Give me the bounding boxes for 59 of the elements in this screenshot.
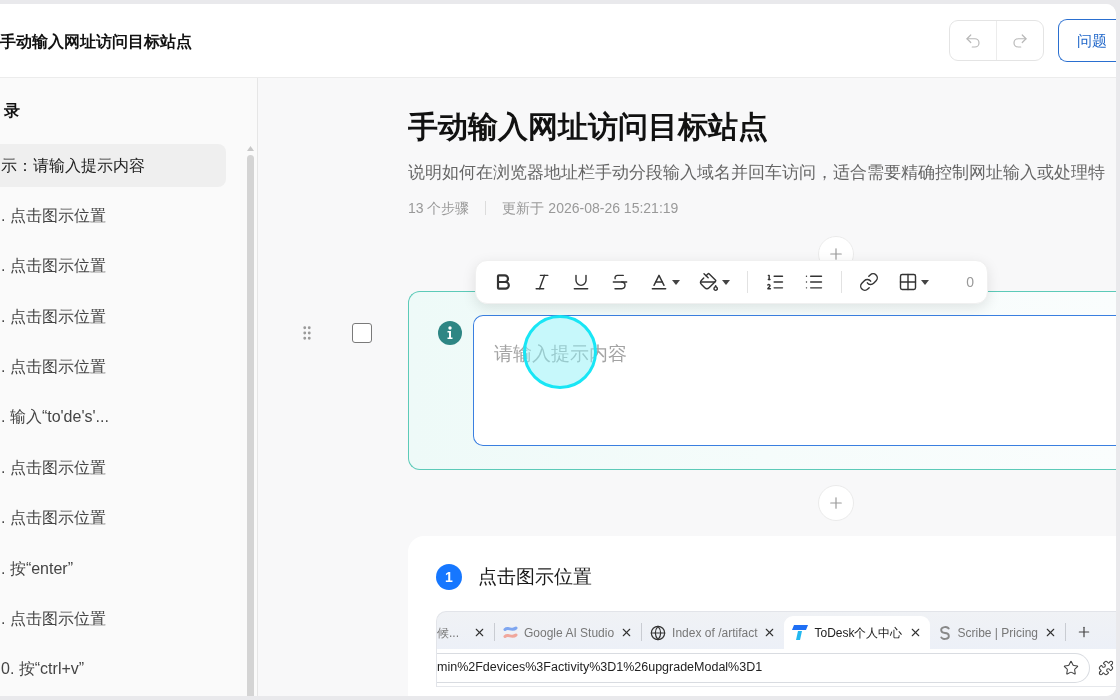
tab-title: Scribe | Pricing <box>957 624 1038 642</box>
outline-item[interactable]: . 点击图示位置 <box>0 194 226 238</box>
tab-title: ToDesk个人中心 <box>814 624 903 642</box>
undo-icon <box>964 31 982 50</box>
info-icon <box>438 321 462 345</box>
redo-icon <box>1011 31 1029 50</box>
article-title: 手动输入网址访问目标站点 <box>408 109 768 145</box>
caret-icon <box>722 279 730 285</box>
address-field[interactable]: min%2Fdevices%3Factivity%3D1%26upgradeModal%3D1 <box>437 652 1090 683</box>
outline-item[interactable]: . 点击图示位置 <box>0 446 226 490</box>
character-count: 0 <box>966 272 974 292</box>
tab-title: Google AI Studio <box>524 624 615 642</box>
updated-time: 更新于 2026-08-26 15:21:19 <box>502 198 679 218</box>
globe-icon <box>650 624 667 641</box>
bullet-list-icon <box>804 272 824 292</box>
link-icon <box>859 272 879 292</box>
parallelogram-logo-icon <box>792 625 809 640</box>
select-checkbox[interactable] <box>352 323 372 343</box>
tab-title: 候... <box>437 624 459 642</box>
strikethrough-icon <box>610 272 630 292</box>
outline-item[interactable]: . 点击图示位置 <box>0 244 226 288</box>
paint-bucket-icon <box>699 272 719 292</box>
browser-tab[interactable]: ToDesk个人中心 <box>784 616 930 649</box>
puzzle-icon[interactable] <box>1098 659 1114 676</box>
step-number: 1 <box>436 564 462 590</box>
table-grid-icon <box>898 272 918 292</box>
underline-icon <box>571 272 591 292</box>
outline-item[interactable]: 示：请输入提示内容 <box>0 144 226 187</box>
outline-item[interactable]: . 点击图示位置 <box>0 295 226 339</box>
new-tab-icon[interactable] <box>1076 624 1092 640</box>
scrollbar-thumb[interactable] <box>247 155 254 696</box>
browser-tab[interactable]: Index of /artifact <box>642 616 785 649</box>
swirl-logo-icon <box>937 625 952 640</box>
text-color-icon <box>649 272 669 292</box>
plus-icon <box>827 494 845 512</box>
browser-tab[interactable]: Scribe | Pricing <box>929 616 1065 649</box>
numbered-list-icon <box>765 272 785 292</box>
step-count: 13 个步骤 <box>408 198 470 218</box>
outline-item[interactable]: 0. 按“ctrl+v” <box>0 647 226 691</box>
close-icon[interactable] <box>473 626 486 639</box>
stripes-logo-icon <box>503 625 518 640</box>
browser-tab[interactable]: Google AI Studio <box>495 616 642 649</box>
outline-item[interactable]: . 点击图示位置 <box>0 496 226 540</box>
tab-title: Index of /artifact <box>672 624 758 642</box>
browser-tab[interactable]: 候... <box>437 616 494 649</box>
caret-icon <box>672 279 680 285</box>
outline-heading: 录 <box>3 101 20 121</box>
plus-icon <box>827 245 845 263</box>
article-description: 说明如何在浏览器地址栏手动分段输入域名并回车访问，适合需要精确控制网址输入或处理特 <box>408 162 1105 183</box>
outline-item[interactable]: . 点击图示位置 <box>0 597 226 641</box>
outline-item[interactable]: . 按“enter” <box>0 547 226 591</box>
feedback-button[interactable]: 问题 <box>1058 19 1116 62</box>
outline-item[interactable]: . 输入“to'de's'... <box>0 395 226 439</box>
step-title: 点击图示位置 <box>478 565 592 589</box>
outline-item[interactable]: . 点击图示位置 <box>0 345 226 389</box>
document-title: 手动输入网址访问目标站点 <box>0 31 192 52</box>
caret-icon <box>921 279 929 285</box>
star-icon[interactable] <box>1063 659 1079 676</box>
close-icon[interactable] <box>1044 626 1057 639</box>
